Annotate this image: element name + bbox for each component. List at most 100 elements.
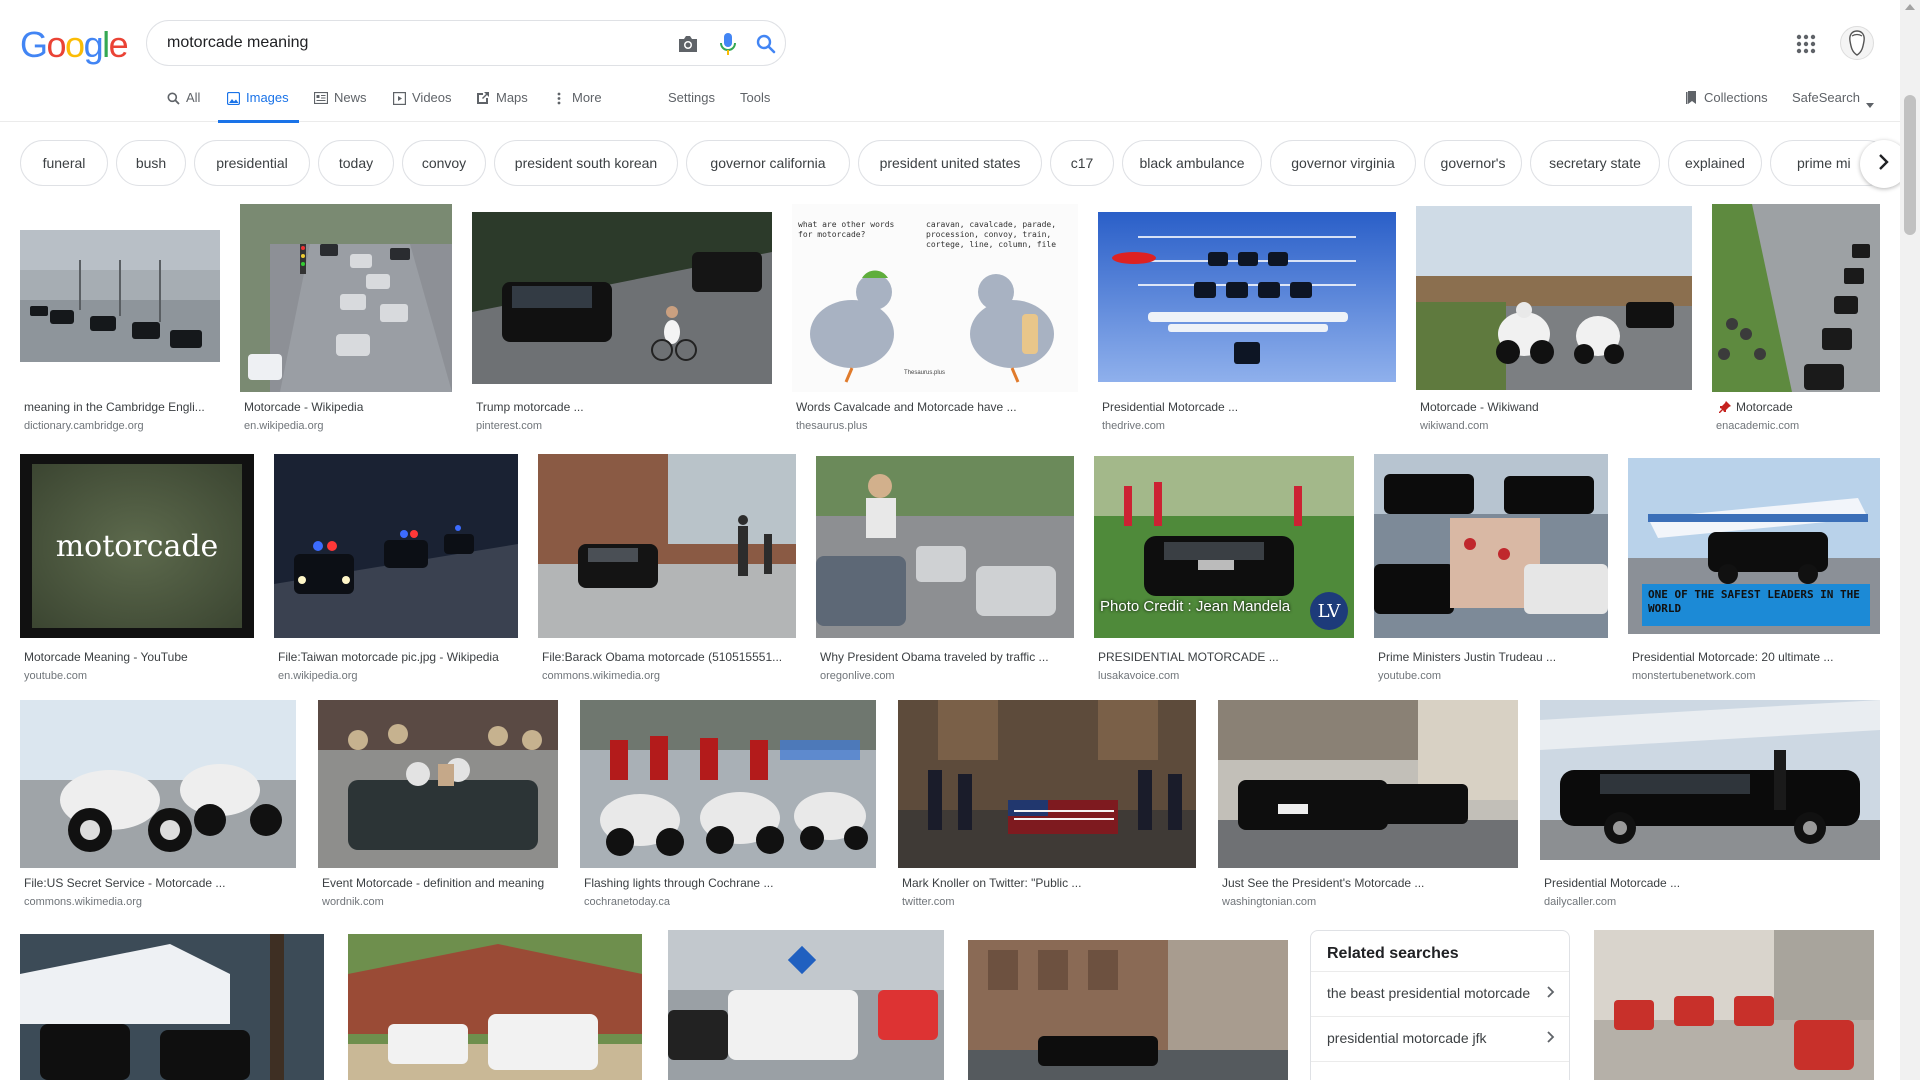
- result-thumbnail: motorcade: [20, 454, 254, 638]
- chip-label: governor virginia: [1291, 155, 1395, 171]
- chip-label: today: [338, 155, 374, 171]
- tab-all[interactable]: All: [166, 90, 200, 122]
- image-result[interactable]: [348, 934, 642, 1080]
- google-logo[interactable]: Google: [20, 24, 129, 66]
- scrollbar-thumb[interactable]: [1904, 95, 1916, 235]
- result-source: washingtonian.com: [1222, 896, 1317, 908]
- image-result[interactable]: Prime Ministers Justin Trudeau ... youtu…: [1374, 454, 1608, 684]
- image-result[interactable]: File:US Secret Service - Motorcade ... c…: [20, 700, 296, 914]
- chip-today[interactable]: today: [318, 140, 394, 186]
- microphone-icon[interactable]: [715, 31, 741, 57]
- chip-governor-virginia[interactable]: governor virginia: [1270, 140, 1416, 186]
- settings-link[interactable]: Settings: [668, 90, 715, 122]
- search-submit-icon[interactable]: [753, 31, 779, 57]
- chip-presidential[interactable]: presidential: [194, 140, 310, 186]
- result-caption: Flashing lights through Cochrane ...: [584, 876, 774, 890]
- chip-bush[interactable]: bush: [116, 140, 186, 186]
- collections-button[interactable]: Collections: [1686, 90, 1768, 108]
- tab-images[interactable]: Images: [218, 90, 299, 123]
- related-searches-title: Related searches: [1327, 945, 1459, 962]
- image-result[interactable]: File:Taiwan motorcade pic.jpg - Wikipedi…: [274, 454, 518, 684]
- image-result[interactable]: Flashing lights through Cochrane ... coc…: [580, 700, 876, 914]
- chip-label: secretary state: [1549, 155, 1641, 171]
- image-result[interactable]: ONE OF THE SAFEST LEADERS IN THE WORLD P…: [1628, 454, 1880, 684]
- tab-maps[interactable]: Maps: [476, 90, 528, 122]
- image-result[interactable]: motorcade Motorcade Meaning - YouTube yo…: [20, 454, 254, 684]
- safesearch-label: SafeSearch: [1792, 90, 1860, 105]
- result-caption: Event Motorcade - definition and meaning: [322, 876, 545, 890]
- lv-logo: LV: [1310, 592, 1348, 630]
- google-apps-icon[interactable]: [1794, 32, 1818, 56]
- image-result[interactable]: Why President Obama traveled by traffic …: [816, 454, 1074, 684]
- chip-governors[interactable]: governor's: [1424, 140, 1522, 186]
- chip-president-united-states[interactable]: president united states: [858, 140, 1042, 186]
- tab-videos-label: Videos: [412, 90, 452, 105]
- image-result[interactable]: meaning in the Cambridge Engli... dictio…: [20, 204, 220, 434]
- image-result[interactable]: Photo Credit : Jean Mandela LV PRESIDENT…: [1094, 454, 1354, 684]
- logo-letter-6: e: [108, 24, 129, 65]
- result-thumbnail: [1218, 700, 1518, 868]
- result-source: pinterest.com: [476, 420, 543, 432]
- scroll-up-arrow-icon[interactable]: [1905, 4, 1915, 10]
- image-result[interactable]: Motorcade - Wikiwand wikiwand.com: [1416, 204, 1692, 434]
- result-source: twitter.com: [902, 896, 955, 908]
- image-result[interactable]: [1594, 930, 1874, 1080]
- result-caption: meaning in the Cambridge Engli...: [24, 400, 205, 414]
- result-caption: Motorcade - Wikipedia: [244, 400, 364, 414]
- image-result[interactable]: [968, 940, 1288, 1080]
- search-input[interactable]: [167, 31, 627, 55]
- image-result[interactable]: Motorcade enacademic.com: [1712, 204, 1880, 434]
- chip-black-ambulance[interactable]: black ambulance: [1122, 140, 1262, 186]
- image-result[interactable]: Motorcade - Wikipedia en.wikipedia.org: [240, 204, 452, 434]
- pigeon-answer-text: caravan, cavalcade, parade, procession, …: [926, 220, 1057, 249]
- image-result[interactable]: Presidential Motorcade ... thedrive.com: [1098, 204, 1396, 434]
- result-thumbnail: what are other words for motorcade? cara…: [792, 204, 1078, 392]
- result-thumbnail: [898, 700, 1196, 868]
- chip-funeral[interactable]: funeral: [20, 140, 108, 186]
- chip-c17[interactable]: c17: [1050, 140, 1114, 186]
- image-result[interactable]: Event Motorcade - definition and meaning…: [318, 700, 558, 914]
- tools-link[interactable]: Tools: [740, 90, 770, 122]
- result-source: wordnik.com: [322, 896, 384, 908]
- account-avatar[interactable]: [1840, 26, 1874, 60]
- chip-president-south-korean[interactable]: president south korean: [494, 140, 678, 186]
- image-result[interactable]: Just See the President's Motorcade ... w…: [1218, 700, 1518, 914]
- image-result[interactable]: [668, 930, 944, 1080]
- chip-governor-california[interactable]: governor california: [686, 140, 850, 186]
- tab-news[interactable]: News: [314, 90, 367, 122]
- tab-news-label: News: [334, 90, 367, 105]
- chip-label: explained: [1685, 155, 1745, 171]
- result-caption: PRESIDENTIAL MOTORCADE ...: [1098, 650, 1279, 664]
- logo-letter-3: o: [65, 24, 85, 65]
- chip-label: c17: [1070, 155, 1094, 171]
- related-search-label: presidential motorcade jfk: [1327, 1030, 1487, 1046]
- image-result[interactable]: Trump motorcade ... pinterest.com: [472, 204, 772, 434]
- result-caption: Motorcade Meaning - YouTube: [24, 650, 188, 664]
- result-thumbnail: ONE OF THE SAFEST LEADERS IN THE WORLD: [1628, 458, 1880, 634]
- chip-label: president united states: [879, 155, 1021, 171]
- result-thumbnail: [318, 700, 558, 868]
- chip-convoy[interactable]: convoy: [402, 140, 486, 186]
- camera-icon[interactable]: [675, 31, 701, 57]
- tab-more[interactable]: More: [552, 90, 602, 122]
- result-caption: Presidential Motorcade ...: [1102, 400, 1239, 414]
- related-search-item[interactable]: [1311, 1061, 1569, 1080]
- image-result[interactable]: what are other words for motorcade? cara…: [792, 204, 1078, 434]
- related-search-item[interactable]: presidential motorcade jfk: [1311, 1016, 1569, 1061]
- image-result[interactable]: File:Barack Obama motorcade (510515551..…: [538, 454, 796, 684]
- page-scrollbar[interactable]: [1900, 0, 1920, 1080]
- chip-label: governor's: [1440, 155, 1506, 171]
- chip-explained[interactable]: explained: [1668, 140, 1762, 186]
- safesearch-dropdown[interactable]: SafeSearch: [1792, 90, 1874, 111]
- result-caption: Why President Obama traveled by traffic …: [820, 650, 1049, 664]
- image-result[interactable]: [20, 934, 324, 1080]
- tab-videos[interactable]: Videos: [392, 90, 452, 122]
- related-searches-panel: Related searches the beast presidential …: [1310, 930, 1570, 1080]
- chip-label: convoy: [421, 155, 467, 171]
- result-source: dailycaller.com: [1544, 896, 1617, 908]
- image-result[interactable]: Presidential Motorcade ... dailycaller.c…: [1540, 700, 1880, 914]
- result-caption: Prime Ministers Justin Trudeau ...: [1378, 650, 1557, 664]
- chip-secretary-state[interactable]: secretary state: [1530, 140, 1660, 186]
- related-search-item[interactable]: the beast presidential motorcade: [1311, 971, 1569, 1016]
- image-result[interactable]: Mark Knoller on Twitter: "Public ... twi…: [898, 700, 1196, 914]
